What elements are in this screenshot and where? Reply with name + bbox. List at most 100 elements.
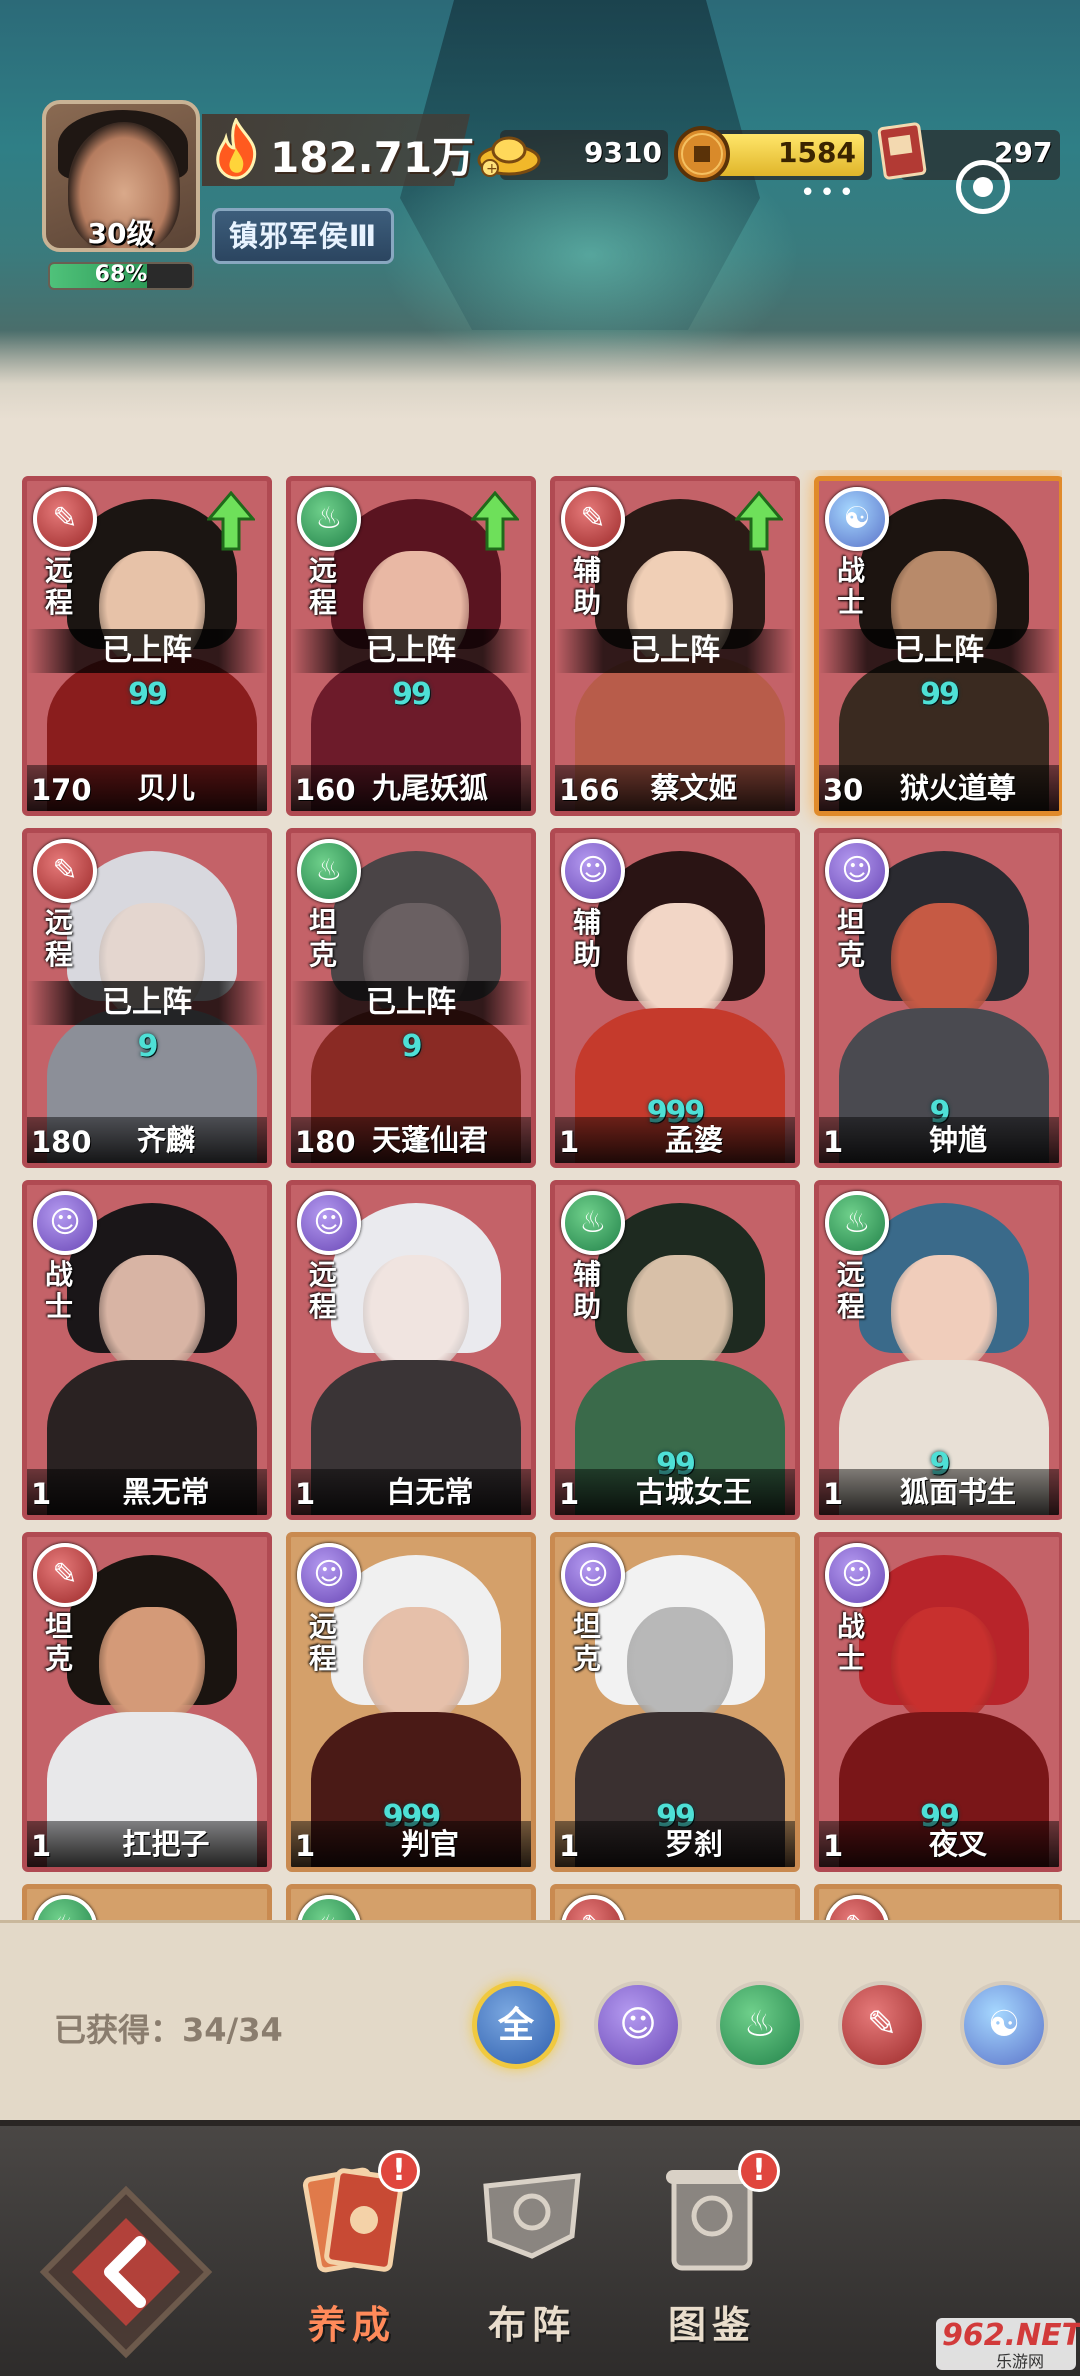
faction-glyph: ☺ (577, 1557, 609, 1592)
hero-name: 贝儿 (136, 771, 195, 805)
faction-badge-icon: ☺ (297, 1191, 361, 1255)
faction-glyph: ✎ (52, 1557, 78, 1592)
hero-card[interactable]: ✎ 坦克 1 扛把子 (22, 1532, 272, 1872)
bottom-navigation: ! 养成 布阵 ! 图鉴 (0, 2120, 1080, 2376)
faction-glyph: ✎ (829, 1899, 885, 1920)
filter-red-faction-button[interactable]: ✎ (838, 1981, 926, 2069)
hero-card[interactable]: ☺ 远程 999 1 判官 (286, 1532, 536, 1872)
hero-card[interactable]: ☺ 坦克 99 1 罗刹 (550, 1532, 800, 1872)
hero-name: 夜叉 (928, 1827, 987, 1861)
filter-purple-faction-button[interactable]: ☺ (594, 1981, 682, 2069)
hero-portrait-face (891, 1255, 997, 1375)
filter-green-faction-button[interactable]: ♨ (716, 1981, 804, 2069)
hero-card[interactable]: ☺ 辅助 999 1 孟婆 (550, 828, 800, 1168)
hero-card[interactable]: ☺ 战士 1 黑无常 (22, 1180, 272, 1520)
feather-icon: ✎ (866, 2004, 898, 2045)
filter-blue-faction-button[interactable]: ☯ (960, 1981, 1048, 2069)
faction-badge-icon: ☺ (297, 1543, 361, 1607)
back-button[interactable] (36, 2182, 216, 2362)
faction-badge-icon: ✎ (561, 487, 625, 551)
hero-card[interactable]: ✎ 远程 已上阵 99 170 贝儿 (22, 476, 272, 816)
deployed-label: 已上阵 (27, 981, 267, 1025)
faction-badge-icon: ☺ (561, 839, 625, 903)
tab-develop[interactable]: ! 养成 (272, 2150, 432, 2356)
hero-name: 扛把子 (122, 1827, 210, 1861)
hero-role: 坦克 (836, 906, 865, 971)
hero-portrait-face (363, 1607, 469, 1727)
exp-percent: 68% (94, 262, 148, 287)
hero-name: 狐面书生 (899, 1475, 1016, 1509)
faction-badge-icon: ✎ (33, 1543, 97, 1607)
faction-glyph: ☺ (313, 1557, 345, 1592)
deployed-label: 已上阵 (555, 629, 795, 673)
hero-role: 远程 (836, 1258, 865, 1323)
hero-name: 黑无常 (122, 1475, 210, 1509)
more-options-icon[interactable]: ••• (800, 178, 858, 208)
hero-name: 九尾妖狐 (371, 771, 488, 805)
faction-badge-icon: ☺ (561, 1543, 625, 1607)
yin-yang-icon: ☯ (987, 2004, 1021, 2045)
hero-card-partial[interactable]: ✎ (550, 1884, 800, 1920)
rank-title-badge[interactable]: 镇邪军侯Ⅲ (212, 208, 394, 264)
coin-amount: 1584 (778, 136, 856, 169)
hero-name: 齐麟 (136, 1123, 195, 1157)
filter-all-button[interactable]: 全 (472, 1981, 560, 2069)
watermark-sub: 乐游网 (996, 2352, 1045, 2371)
hero-role: 辅助 (572, 906, 601, 971)
deployed-label: 已上阵 (291, 629, 531, 673)
faction-glyph: ♨ (579, 1205, 607, 1240)
faction-badge-icon: ♨ (33, 1895, 97, 1920)
tab-codex-label: 图鉴 (667, 2303, 756, 2347)
tab-formation-label: 布阵 (487, 2303, 576, 2347)
hero-name: 钟馗 (928, 1123, 987, 1157)
faction-glyph: ♨ (37, 1899, 93, 1920)
hero-name: 白无常 (386, 1475, 474, 1509)
hero-card[interactable]: ♨ 远程 已上阵 99 160 九尾妖狐 (286, 476, 536, 816)
upgrade-arrow-icon (471, 491, 519, 551)
hero-card[interactable]: ♨ 辅助 99 1 古城女王 (550, 1180, 800, 1520)
hero-card[interactable]: ♨ 坦克 已上阵 9 180 天蓬仙君 (286, 828, 536, 1168)
record-icon[interactable] (956, 160, 1010, 214)
hero-role: 远程 (44, 906, 73, 971)
owned-count: 已获得：34/34 (54, 2011, 283, 2049)
hero-portrait-face (627, 903, 733, 1023)
hero-role: 辅助 (572, 1258, 601, 1323)
faction-badge-icon: ☺ (825, 839, 889, 903)
star-marks: 99 (392, 677, 432, 712)
fire-icon (216, 118, 257, 180)
hero-card[interactable]: ☺ 战士 99 1 夜叉 (814, 1532, 1062, 1872)
hero-card[interactable]: ☺ 远程 1 白无常 (286, 1180, 536, 1520)
hero-card-partial[interactable]: ♨ (22, 1884, 272, 1920)
hero-card-partial[interactable]: ♨ (286, 1884, 536, 1920)
hero-card-partial[interactable]: ✎ (814, 1884, 1062, 1920)
hero-card[interactable]: ☯ 战士 已上阵 99 30 狱火道尊 (814, 476, 1062, 816)
scroll-amount: 297 (994, 136, 1053, 169)
recruit-scroll-icon[interactable] (876, 120, 928, 182)
faction-glyph: ♨ (301, 1899, 357, 1920)
deployed-label: 已上阵 (291, 981, 531, 1025)
star-marks: 99 (920, 677, 960, 712)
formation-flag-icon (483, 2173, 581, 2259)
svg-text:+: + (486, 161, 498, 177)
star-marks: 99 (128, 677, 168, 712)
faction-glyph: ♨ (315, 853, 343, 888)
copper-coin-icon[interactable] (672, 124, 732, 184)
hero-card[interactable]: ♨ 远程 9 1 狐面书生 (814, 1180, 1062, 1520)
tab-formation[interactable]: 布阵 (452, 2156, 612, 2356)
faction-badge-icon: ♨ (561, 1191, 625, 1255)
faction-badge-icon: ✎ (33, 839, 97, 903)
hero-card[interactable]: ✎ 远程 已上阵 9 180 齐麟 (22, 828, 272, 1168)
gold-ingot-icon[interactable]: + (476, 128, 542, 178)
tab-codex[interactable]: ! 图鉴 (632, 2150, 792, 2356)
hero-name: 古城女王 (635, 1475, 752, 1509)
hero-card[interactable]: ☺ 坦克 9 1 钟馗 (814, 828, 1062, 1168)
faction-glyph: ☺ (841, 853, 873, 888)
faction-glyph: ✎ (580, 501, 606, 536)
star-marks: 9 (401, 1029, 423, 1064)
faction-badge-icon: ✎ (825, 1895, 889, 1920)
hero-card[interactable]: ✎ 辅助 已上阵 166 蔡文姬 (550, 476, 800, 816)
upgrade-arrow-icon (735, 491, 783, 551)
tab-develop-label: 养成 (307, 2303, 396, 2347)
combat-power: 182.71万 (270, 133, 475, 182)
faction-glyph: ☺ (577, 853, 609, 888)
